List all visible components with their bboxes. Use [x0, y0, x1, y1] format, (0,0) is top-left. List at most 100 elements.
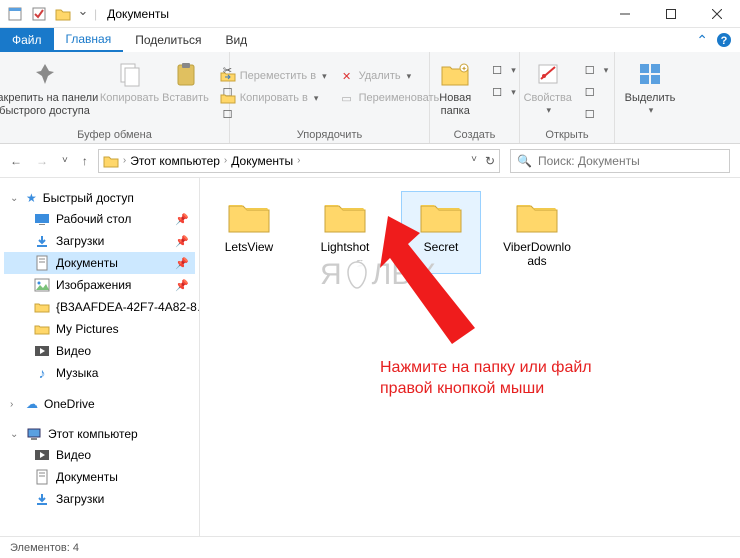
copy-to-button[interactable]: Копировать в▾: [216, 88, 331, 108]
paste-button[interactable]: Вставить: [160, 56, 212, 105]
item-icon: [34, 211, 50, 227]
properties-button[interactable]: Свойства▾: [522, 56, 574, 116]
sidebar-item[interactable]: {B3AAFDEA-42F7-4A82-8…: [4, 296, 195, 318]
pin-icon: 📌: [175, 257, 189, 270]
folder-item[interactable]: Secret: [402, 192, 480, 273]
help-icon[interactable]: ?: [716, 32, 732, 48]
maximize-button[interactable]: [648, 0, 694, 28]
onedrive-header[interactable]: › ☁ OneDrive: [4, 394, 195, 414]
address-bar[interactable]: › Этот компьютер › Документы › ˅ ↻: [98, 149, 500, 173]
rename-icon: ▭: [339, 90, 355, 106]
collapse-ribbon-icon[interactable]: ⌃: [696, 32, 708, 49]
copy-button[interactable]: Копировать: [104, 56, 156, 105]
address-row: ← → ˅ ↑ › Этот компьютер › Документы › ˅…: [0, 144, 740, 178]
item-icon: [34, 469, 50, 485]
select-icon: [634, 58, 666, 90]
edit-button[interactable]: ☐: [578, 82, 613, 102]
minimize-button[interactable]: [602, 0, 648, 28]
thispc-header[interactable]: ⌄ Этот компьютер: [4, 424, 195, 444]
folder-name: ViberDownloads: [500, 240, 574, 269]
item-icon: [34, 447, 50, 463]
tab-home[interactable]: Главная: [54, 28, 124, 52]
sidebar-item[interactable]: My Pictures: [4, 318, 195, 340]
sidebar-item[interactable]: Видео: [4, 444, 195, 466]
open-button[interactable]: ☐▾: [578, 60, 613, 80]
sidebar-item[interactable]: Рабочий стол📌: [4, 208, 195, 230]
tab-view[interactable]: Вид: [213, 28, 259, 52]
folder-name: Lightshot: [321, 240, 370, 254]
qat-icon-2[interactable]: [30, 5, 48, 23]
pc-icon: [26, 427, 42, 441]
item-icon: ♪: [34, 365, 50, 381]
search-icon: 🔍: [517, 154, 532, 168]
paste-label: Вставить: [162, 92, 209, 105]
item-icon: [34, 255, 50, 271]
folder-icon: [513, 196, 561, 236]
window-title: Документы: [107, 7, 169, 21]
back-button[interactable]: ←: [10, 154, 22, 168]
new-folder-button[interactable]: ✦ Новая папка: [429, 56, 481, 118]
delete-icon: ✕: [339, 68, 355, 84]
sidebar-item[interactable]: Документы📌: [4, 252, 195, 274]
item-icon: [34, 343, 50, 359]
folder-icon: [321, 196, 369, 236]
copy-label: Копировать: [100, 92, 159, 105]
address-dropdown-icon[interactable]: ˅: [471, 154, 477, 168]
group-new-label: Создать: [454, 127, 496, 141]
up-button[interactable]: ↑: [82, 154, 88, 168]
copy-icon: [114, 58, 146, 90]
sidebar-item[interactable]: ♪Музыка: [4, 362, 195, 384]
qat-icon-1[interactable]: [6, 5, 24, 23]
close-button[interactable]: [694, 0, 740, 28]
easy-access-button[interactable]: ☐▾: [485, 82, 520, 102]
tab-share[interactable]: Поделиться: [123, 28, 213, 52]
sidebar-item[interactable]: Загрузки📌: [4, 230, 195, 252]
ribbon: Закрепить на панели быстрого доступа Коп…: [0, 52, 740, 144]
file-list[interactable]: LetsViewLightshotSecretViberDownloads ЯЛ…: [200, 178, 740, 536]
search-input[interactable]: 🔍 Поиск: Документы: [510, 149, 730, 173]
breadcrumb-docs[interactable]: Документы: [231, 154, 293, 168]
rename-button[interactable]: ▭Переименовать: [335, 88, 444, 108]
forward-button[interactable]: →: [36, 154, 48, 168]
item-icon: [34, 491, 50, 507]
group-clipboard-label: Буфер обмена: [77, 127, 152, 141]
folder-item[interactable]: ViberDownloads: [498, 192, 576, 273]
pin-icon: 📌: [175, 279, 189, 292]
quick-access-header[interactable]: ⌄ ★ Быстрый доступ: [4, 188, 195, 208]
sidebar-item[interactable]: Загрузки: [4, 488, 195, 510]
breadcrumb-pc[interactable]: Этот компьютер: [130, 154, 220, 168]
pin-quickaccess-button[interactable]: Закрепить на панели быстрого доступа: [0, 56, 100, 118]
sidebar-item[interactable]: Видео: [4, 340, 195, 362]
folder-item[interactable]: Lightshot: [306, 192, 384, 273]
pin-icon: [29, 58, 61, 90]
tab-file[interactable]: Файл: [0, 28, 54, 52]
move-to-button[interactable]: Переместить в▾: [216, 66, 331, 86]
item-icon: [34, 299, 50, 315]
ribbon-tabs: Файл Главная Поделиться Вид ⌃ ?: [0, 28, 740, 52]
delete-button[interactable]: ✕Удалить▾: [335, 66, 444, 86]
refresh-icon[interactable]: ↻: [485, 154, 495, 168]
item-icon: [34, 233, 50, 249]
paste-icon: [170, 58, 202, 90]
title-bar: ⌄ | Документы: [0, 0, 740, 28]
move-icon: [220, 68, 236, 84]
group-open-label: Открыть: [545, 127, 588, 141]
folder-name: Secret: [424, 240, 459, 254]
recent-dropdown[interactable]: ˅: [62, 155, 68, 166]
new-item-button[interactable]: ☐▾: [485, 60, 520, 80]
folder-item[interactable]: LetsView: [210, 192, 288, 273]
search-placeholder: Поиск: Документы: [538, 154, 640, 168]
history-button[interactable]: ☐: [578, 104, 613, 124]
folder-icon: [103, 154, 119, 168]
copyto-icon: [220, 90, 236, 106]
star-icon: ★: [26, 191, 37, 205]
status-bar: Элементов: 4: [0, 536, 740, 558]
sidebar-item[interactable]: Изображения📌: [4, 274, 195, 296]
pin-icon: 📌: [175, 235, 189, 248]
select-button[interactable]: Выделить▾: [624, 56, 676, 116]
select-label: Выделить: [625, 92, 676, 105]
sidebar-item[interactable]: Документы: [4, 466, 195, 488]
navigation-pane: ⌄ ★ Быстрый доступ Рабочий стол📌Загрузки…: [0, 178, 200, 536]
new-folder-label: Новая папка: [429, 92, 481, 118]
qat-dropdown-icon[interactable]: ⌄: [78, 5, 88, 23]
